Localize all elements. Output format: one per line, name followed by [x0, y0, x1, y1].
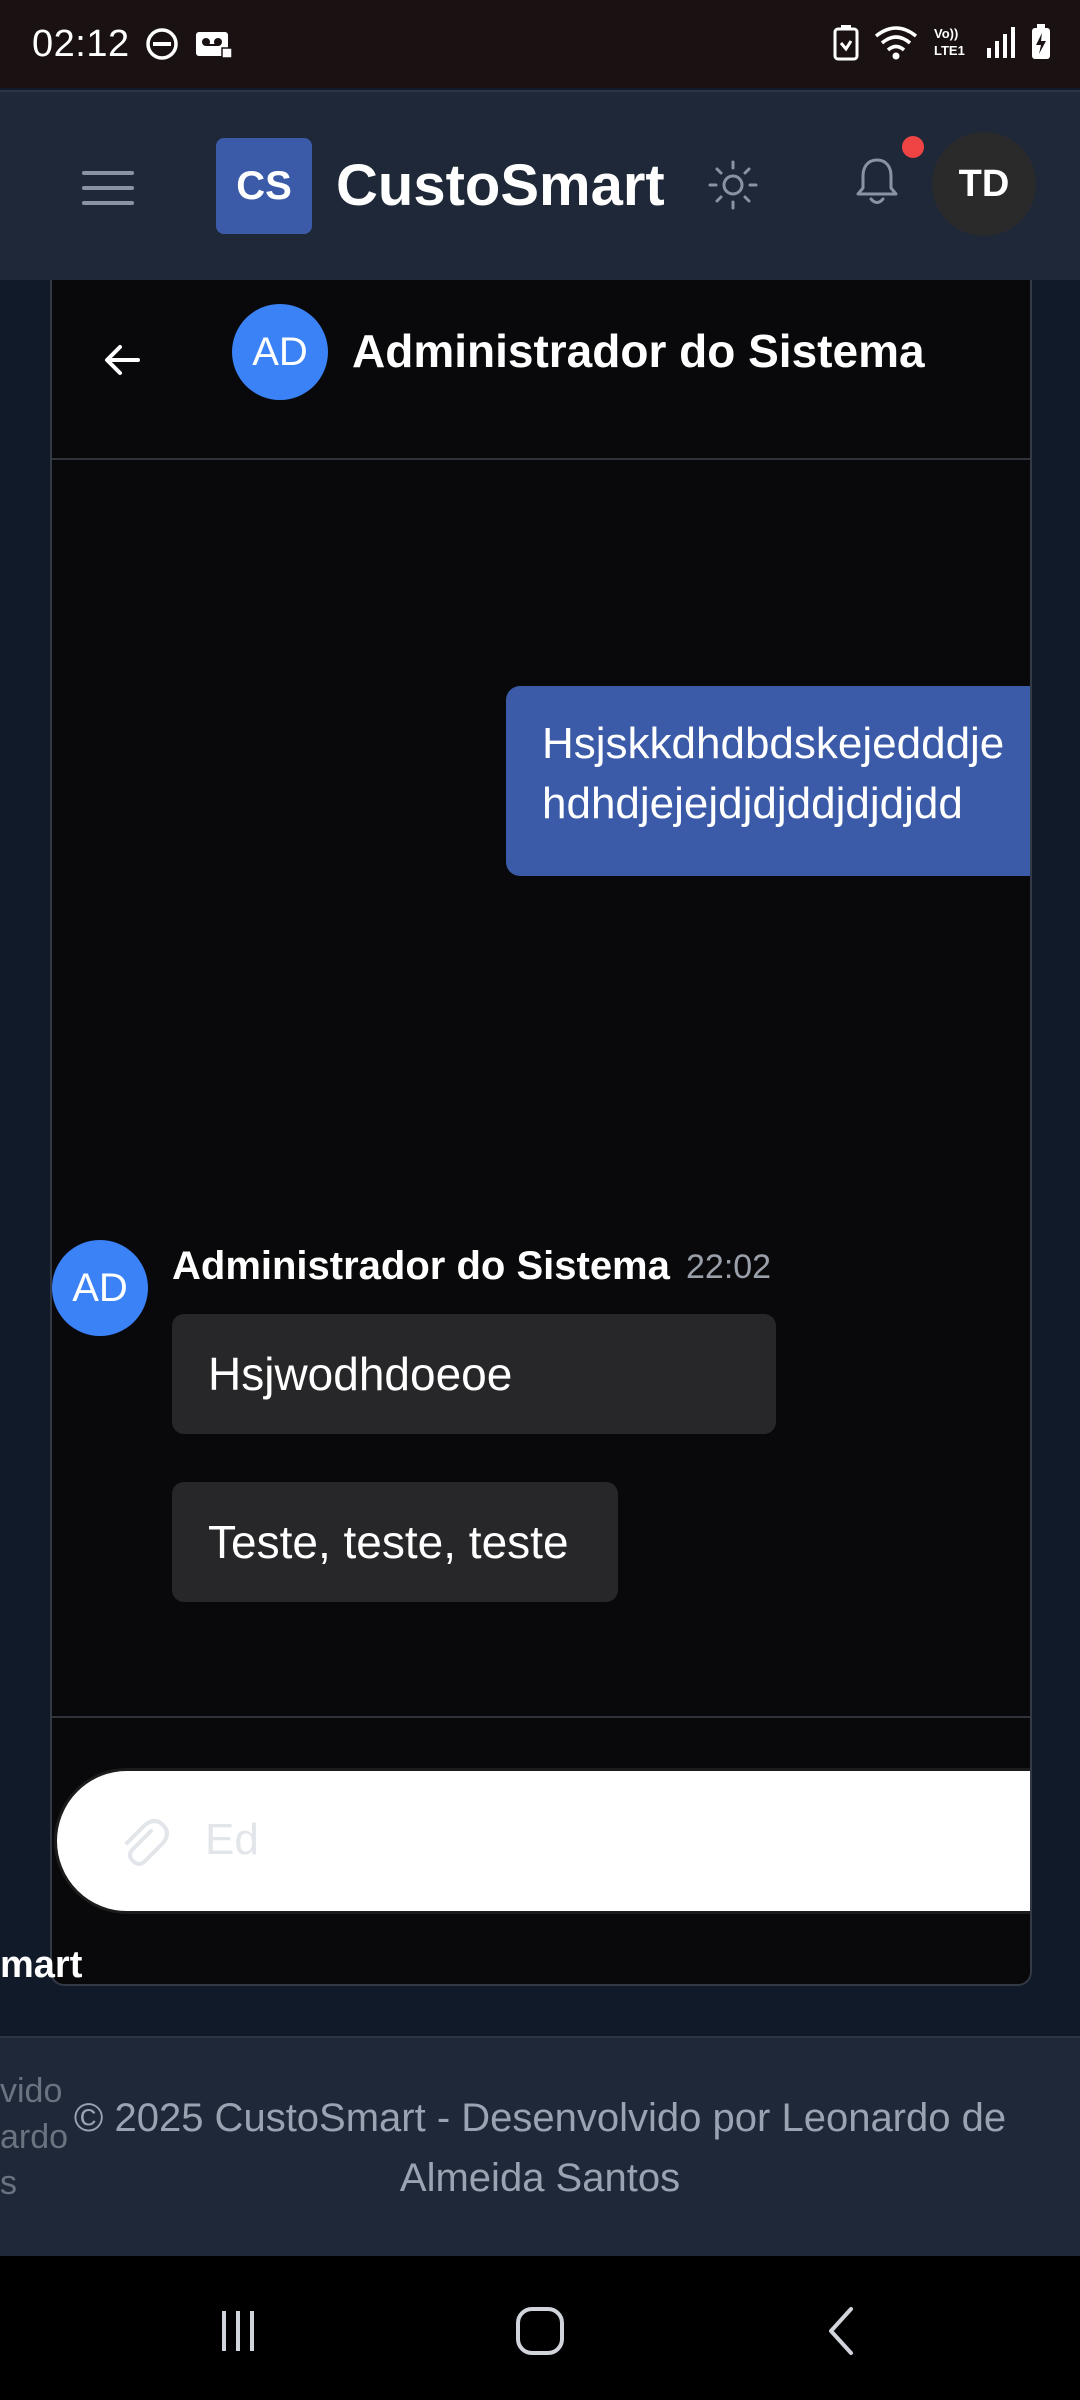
app-title: CustoSmart [336, 153, 665, 218]
dnd-icon [144, 26, 180, 62]
footer-copyright: © 2025 CustoSmart - Desenvolvido por Leo… [73, 2096, 1007, 2200]
chat-header: AD Administrador do Sistema [52, 280, 1030, 460]
status-time: 02:12 [32, 22, 130, 65]
battery-saver-icon [832, 23, 860, 66]
received-message-bubble[interactable]: Teste, teste, teste [172, 1482, 618, 1602]
contact-avatar: AD [232, 304, 328, 400]
volte-text-bottom: LTE1 [934, 43, 965, 58]
message-text: Teste, teste, teste [208, 1516, 569, 1568]
notification-badge [902, 136, 924, 158]
voicemail-icon [194, 26, 234, 62]
sidebar-brand-partial: mart [0, 1944, 83, 1986]
navigation-bar [0, 2256, 1080, 2400]
logo: CS [216, 138, 312, 234]
bell-icon [856, 158, 898, 204]
sun-icon [708, 160, 758, 210]
volte-text-top: Vo)) [934, 26, 958, 41]
wifi-icon [874, 24, 918, 65]
system-back-button[interactable] [808, 2296, 878, 2366]
recent-apps-button[interactable] [203, 2296, 273, 2366]
contact-name: Administrador do Sistema [352, 325, 925, 377]
theme-toggle-button[interactable] [706, 158, 760, 217]
app-header: CS CustoSmart [0, 90, 1080, 280]
user-avatar[interactable]: TD [932, 132, 1036, 236]
recent-apps-icon [222, 2311, 254, 2351]
status-icons: Vo)) LTE1 [832, 0, 1052, 88]
message-text: Hsjwodhdoeoe [208, 1348, 513, 1400]
back-icon [829, 2307, 853, 2355]
sent-message-bubble[interactable]: Hsjskkdhdbdskejedddje hdhdjejejdjdjddjdj… [506, 686, 1030, 876]
sent-message-line: Hsjskkdhdbdskejedddje [542, 719, 1005, 768]
sent-message-line: hdhdjejejdjdjddjdjdjdd [542, 779, 963, 828]
message-input[interactable]: Ed [54, 1768, 1030, 1914]
chat-panel: AD Administrador do Sistema Hsjskkdhdbds… [50, 280, 1032, 1986]
home-icon [516, 2307, 564, 2355]
arrow-left-icon [105, 345, 140, 375]
sender-avatar: AD [52, 1240, 148, 1336]
message-time: 22:02 [686, 1248, 772, 1286]
attach-button[interactable] [113, 1813, 173, 1878]
divider [52, 1716, 1030, 1718]
received-message-bubble[interactable]: Hsjwodhdoeoe [172, 1314, 776, 1434]
home-button[interactable] [505, 2296, 575, 2366]
input-placeholder: Ed [205, 1815, 259, 1864]
paperclip-icon [125, 1819, 169, 1866]
notifications-button[interactable] [852, 154, 902, 215]
app-screen: 02:12 Vo)) LTE1 CS CustoSmart TD AD Admi… [0, 0, 1080, 2400]
message-list[interactable]: Hsjskkdhdbdskejedddje hdhdjejejdjdjddjdj… [52, 462, 1030, 1698]
status-bar: 02:12 Vo)) LTE1 [0, 0, 1080, 88]
signal-icon [986, 24, 1016, 65]
menu-button[interactable] [82, 162, 134, 214]
menu-icon [82, 171, 134, 175]
back-button[interactable] [92, 330, 152, 390]
footer: vido ardo s © 2025 CustoSmart - Desenvol… [0, 2036, 1080, 2256]
volte-icon: Vo)) LTE1 [932, 24, 972, 65]
sender-name: Administrador do Sistema [172, 1244, 670, 1288]
battery-icon [1030, 23, 1052, 66]
